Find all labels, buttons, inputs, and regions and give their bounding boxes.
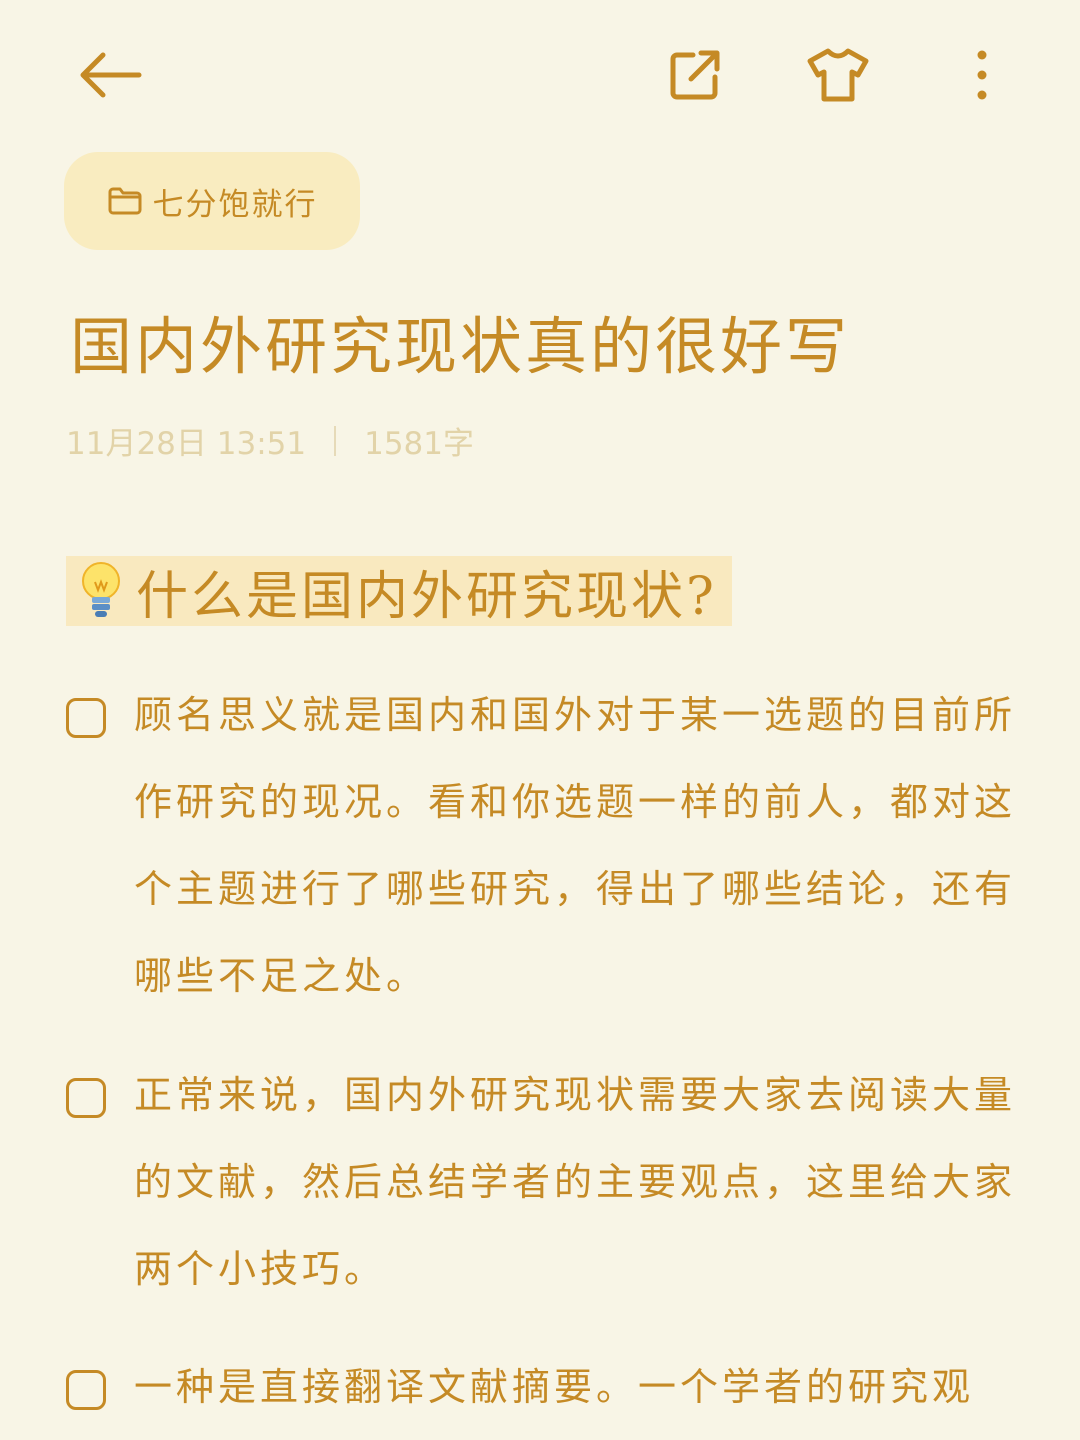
more-button[interactable]: [960, 40, 1004, 110]
checkbox[interactable]: [66, 1078, 106, 1118]
checklist-item: 一种是直接翻译文献摘要。一个学者的研究观: [64, 1365, 1024, 1431]
checkbox[interactable]: [66, 1370, 106, 1410]
more-vertical-icon: [977, 50, 987, 100]
tshirt-icon: [807, 48, 869, 102]
checklist-item-text[interactable]: 正常来说，国内外研究现状需要大家去阅读大量的文献，然后总结学者的主要观点，这里给…: [134, 1052, 1024, 1313]
lightbulb-icon: [66, 556, 136, 626]
checklist-item: 顾名思义就是国内和国外对于某一选题的目前所作研究的现况。看和你选题一样的前人，都…: [64, 693, 1024, 1020]
top-toolbar: [0, 0, 1080, 150]
word-count: 1581字: [364, 426, 474, 462]
share-button[interactable]: [660, 40, 730, 110]
folder-name: 七分饱就行: [152, 186, 318, 223]
checklist-item: 正常来说，国内外研究现状需要大家去阅读大量的文献，然后总结学者的主要观点，这里给…: [64, 1073, 1024, 1313]
theme-button[interactable]: [800, 40, 876, 110]
section-heading-text: 什么是国内外研究现状?: [136, 566, 717, 627]
share-external-icon: [670, 50, 720, 100]
back-button[interactable]: [70, 40, 150, 110]
note-date: 11月28日 13:51: [66, 426, 307, 462]
checklist-item-text[interactable]: 一种是直接翻译文献摘要。一个学者的研究观: [134, 1344, 1024, 1431]
note-meta: 11月28日 13:51 1581字: [66, 418, 474, 463]
checklist-item-text[interactable]: 顾名思义就是国内和国外对于某一选题的目前所作研究的现况。看和你选题一样的前人，都…: [134, 672, 1024, 1020]
section-heading: 什么是国内外研究现状?: [66, 556, 732, 627]
checkbox[interactable]: [66, 698, 106, 738]
folder-chip[interactable]: 七分饱就行: [64, 152, 360, 250]
meta-divider: [334, 425, 337, 456]
arrow-left-icon: [80, 52, 142, 98]
folder-icon: [108, 187, 141, 215]
note-title[interactable]: 国内外研究现状真的很好写: [70, 296, 850, 386]
